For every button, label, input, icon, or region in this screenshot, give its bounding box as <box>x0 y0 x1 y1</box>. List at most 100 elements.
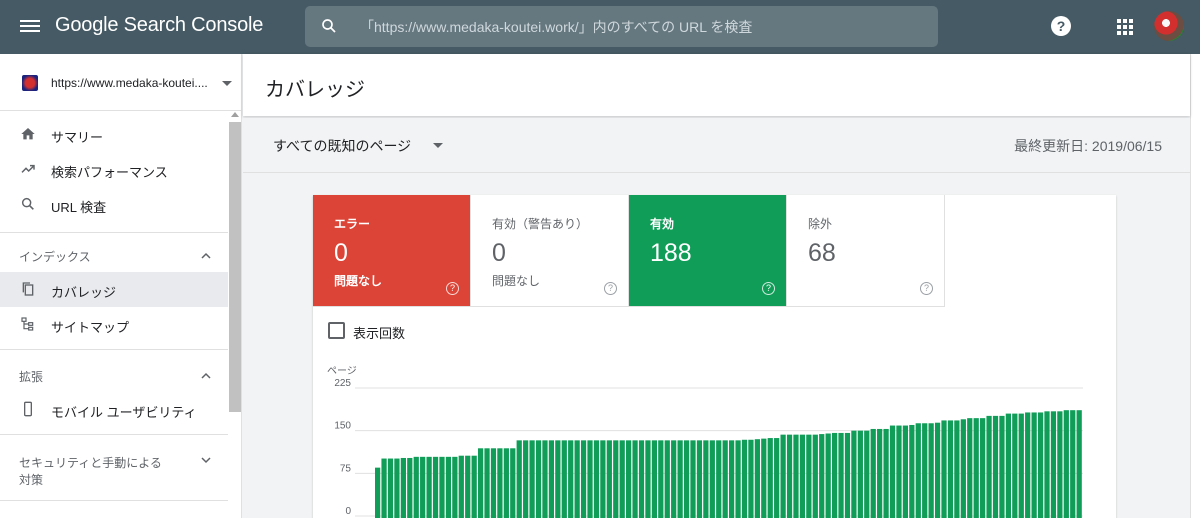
chart-bar[interactable] <box>580 440 587 518</box>
chart-bar[interactable] <box>786 434 793 518</box>
chart-bar[interactable] <box>928 423 934 518</box>
chart-bar[interactable] <box>703 440 709 518</box>
chart-bar[interactable] <box>503 448 509 518</box>
chart-bar[interactable] <box>967 418 973 518</box>
chart-bar[interactable] <box>387 458 394 518</box>
chart-bar[interactable] <box>529 440 535 518</box>
chart-bar[interactable] <box>375 467 381 518</box>
chart-bar[interactable] <box>748 439 754 518</box>
chart-bar[interactable] <box>1063 410 1069 518</box>
help-icon[interactable]: ? <box>446 282 459 295</box>
chart-bar[interactable] <box>400 457 406 518</box>
chart-bar[interactable] <box>1031 412 1037 518</box>
chart-bar[interactable] <box>516 440 522 518</box>
property-selector[interactable]: https://www.medaka-koutei.... <box>0 54 242 111</box>
chart-bar[interactable] <box>432 456 439 518</box>
page-filter-dropdown[interactable]: すべての既知のページ <box>273 136 411 156</box>
checkbox-icon[interactable] <box>328 322 345 339</box>
chart-bar[interactable] <box>1076 410 1082 518</box>
chart-bar[interactable] <box>613 440 619 518</box>
chart-bar[interactable] <box>651 440 657 518</box>
chart-bar[interactable] <box>934 422 941 518</box>
chart-bar[interactable] <box>632 440 638 518</box>
chart-bar[interactable] <box>445 456 452 518</box>
chart-bar[interactable] <box>690 440 696 518</box>
chart-bar[interactable] <box>510 448 516 518</box>
section-enhancements-toggle[interactable]: 拡張 <box>0 360 228 390</box>
scroll-up-arrow-icon[interactable] <box>231 112 239 117</box>
sidebar-item-url-inspection[interactable]: URL 検査 <box>0 187 228 222</box>
chart-bar[interactable] <box>735 440 741 518</box>
chart-bar[interactable] <box>1070 410 1076 518</box>
chart-bar[interactable] <box>780 434 786 518</box>
chart-bar[interactable] <box>593 440 600 518</box>
chart-bar[interactable] <box>722 440 728 518</box>
chart-bar[interactable] <box>561 440 567 518</box>
chart-bar[interactable] <box>729 440 735 518</box>
chart-bar[interactable] <box>819 434 825 518</box>
chart-bar[interactable] <box>452 456 458 518</box>
chart-bar[interactable] <box>484 448 490 518</box>
chart-bar[interactable] <box>626 440 632 518</box>
chart-bar[interactable] <box>381 458 387 518</box>
chart-bar[interactable] <box>980 418 986 518</box>
chart-bar[interactable] <box>941 420 947 518</box>
chart-bar[interactable] <box>413 456 419 518</box>
apps-grid-icon[interactable] <box>1117 19 1133 35</box>
chart-bar[interactable] <box>683 440 690 518</box>
chart-bar[interactable] <box>799 434 806 518</box>
chart-bar[interactable] <box>471 455 477 518</box>
status-tile-error[interactable]: エラー 0 問題なし ? <box>313 195 471 307</box>
chart-bar[interactable] <box>1018 413 1024 518</box>
chart-bar[interactable] <box>864 430 870 518</box>
status-tile-excluded[interactable]: 除外 68 ? <box>787 195 945 307</box>
account-avatar[interactable] <box>1154 11 1184 41</box>
chart-bar[interactable] <box>767 438 773 518</box>
chart-bar[interactable] <box>857 430 863 518</box>
chart-bar[interactable] <box>741 439 748 518</box>
chart-bar[interactable] <box>477 448 484 518</box>
chart-bar[interactable] <box>954 420 960 518</box>
chart-bar[interactable] <box>394 458 400 518</box>
chart-bar[interactable] <box>889 425 896 518</box>
sidebar-scrollbar[interactable] <box>229 122 241 412</box>
chart-bar[interactable] <box>1012 413 1018 518</box>
status-tile-valid-warning[interactable]: 有効（警告あり） 0 問題なし ? <box>471 195 629 307</box>
help-icon[interactable]: ? <box>604 282 617 295</box>
chart-bar[interactable] <box>600 440 606 518</box>
sidebar-item-coverage[interactable]: カバレッジ <box>0 272 228 307</box>
chart-bar[interactable] <box>812 434 818 518</box>
chart-bar[interactable] <box>896 425 902 518</box>
chart-bar[interactable] <box>709 440 715 518</box>
app-logo[interactable]: Google Search Console <box>55 14 263 37</box>
chart-bar[interactable] <box>825 433 831 518</box>
main-menu-icon[interactable] <box>20 17 40 37</box>
sidebar-item-sitemaps[interactable]: サイトマップ <box>0 307 228 342</box>
chart-bar[interactable] <box>999 415 1005 518</box>
chart-bar[interactable] <box>439 456 445 518</box>
chart-bar[interactable] <box>883 428 889 518</box>
chart-bar[interactable] <box>877 428 883 518</box>
chart-bar[interactable] <box>587 440 593 518</box>
chart-bar[interactable] <box>851 430 857 518</box>
chart-bar[interactable] <box>947 420 954 518</box>
chart-bar[interactable] <box>909 424 915 518</box>
help-icon[interactable]: ? <box>1051 16 1071 36</box>
help-icon[interactable]: ? <box>762 282 775 295</box>
chart-bar[interactable] <box>838 432 844 518</box>
chart-bar[interactable] <box>960 419 966 518</box>
chart-bar[interactable] <box>716 440 722 518</box>
chart-bar[interactable] <box>606 440 612 518</box>
chart-bar[interactable] <box>774 438 780 518</box>
chart-bar[interactable] <box>844 432 851 518</box>
chart-bar[interactable] <box>806 434 812 518</box>
status-tile-valid[interactable]: 有効 188 ? <box>629 195 787 307</box>
chart-bar[interactable] <box>465 455 471 518</box>
section-index-toggle[interactable]: インデックス <box>0 240 228 270</box>
help-icon[interactable]: ? <box>920 282 933 295</box>
chart-bar[interactable] <box>754 439 760 518</box>
sidebar-item-performance[interactable]: 検索パフォーマンス <box>0 152 228 187</box>
chart-bar[interactable] <box>497 448 503 518</box>
chart-bar[interactable] <box>870 428 876 518</box>
chart-bar[interactable] <box>992 415 999 518</box>
